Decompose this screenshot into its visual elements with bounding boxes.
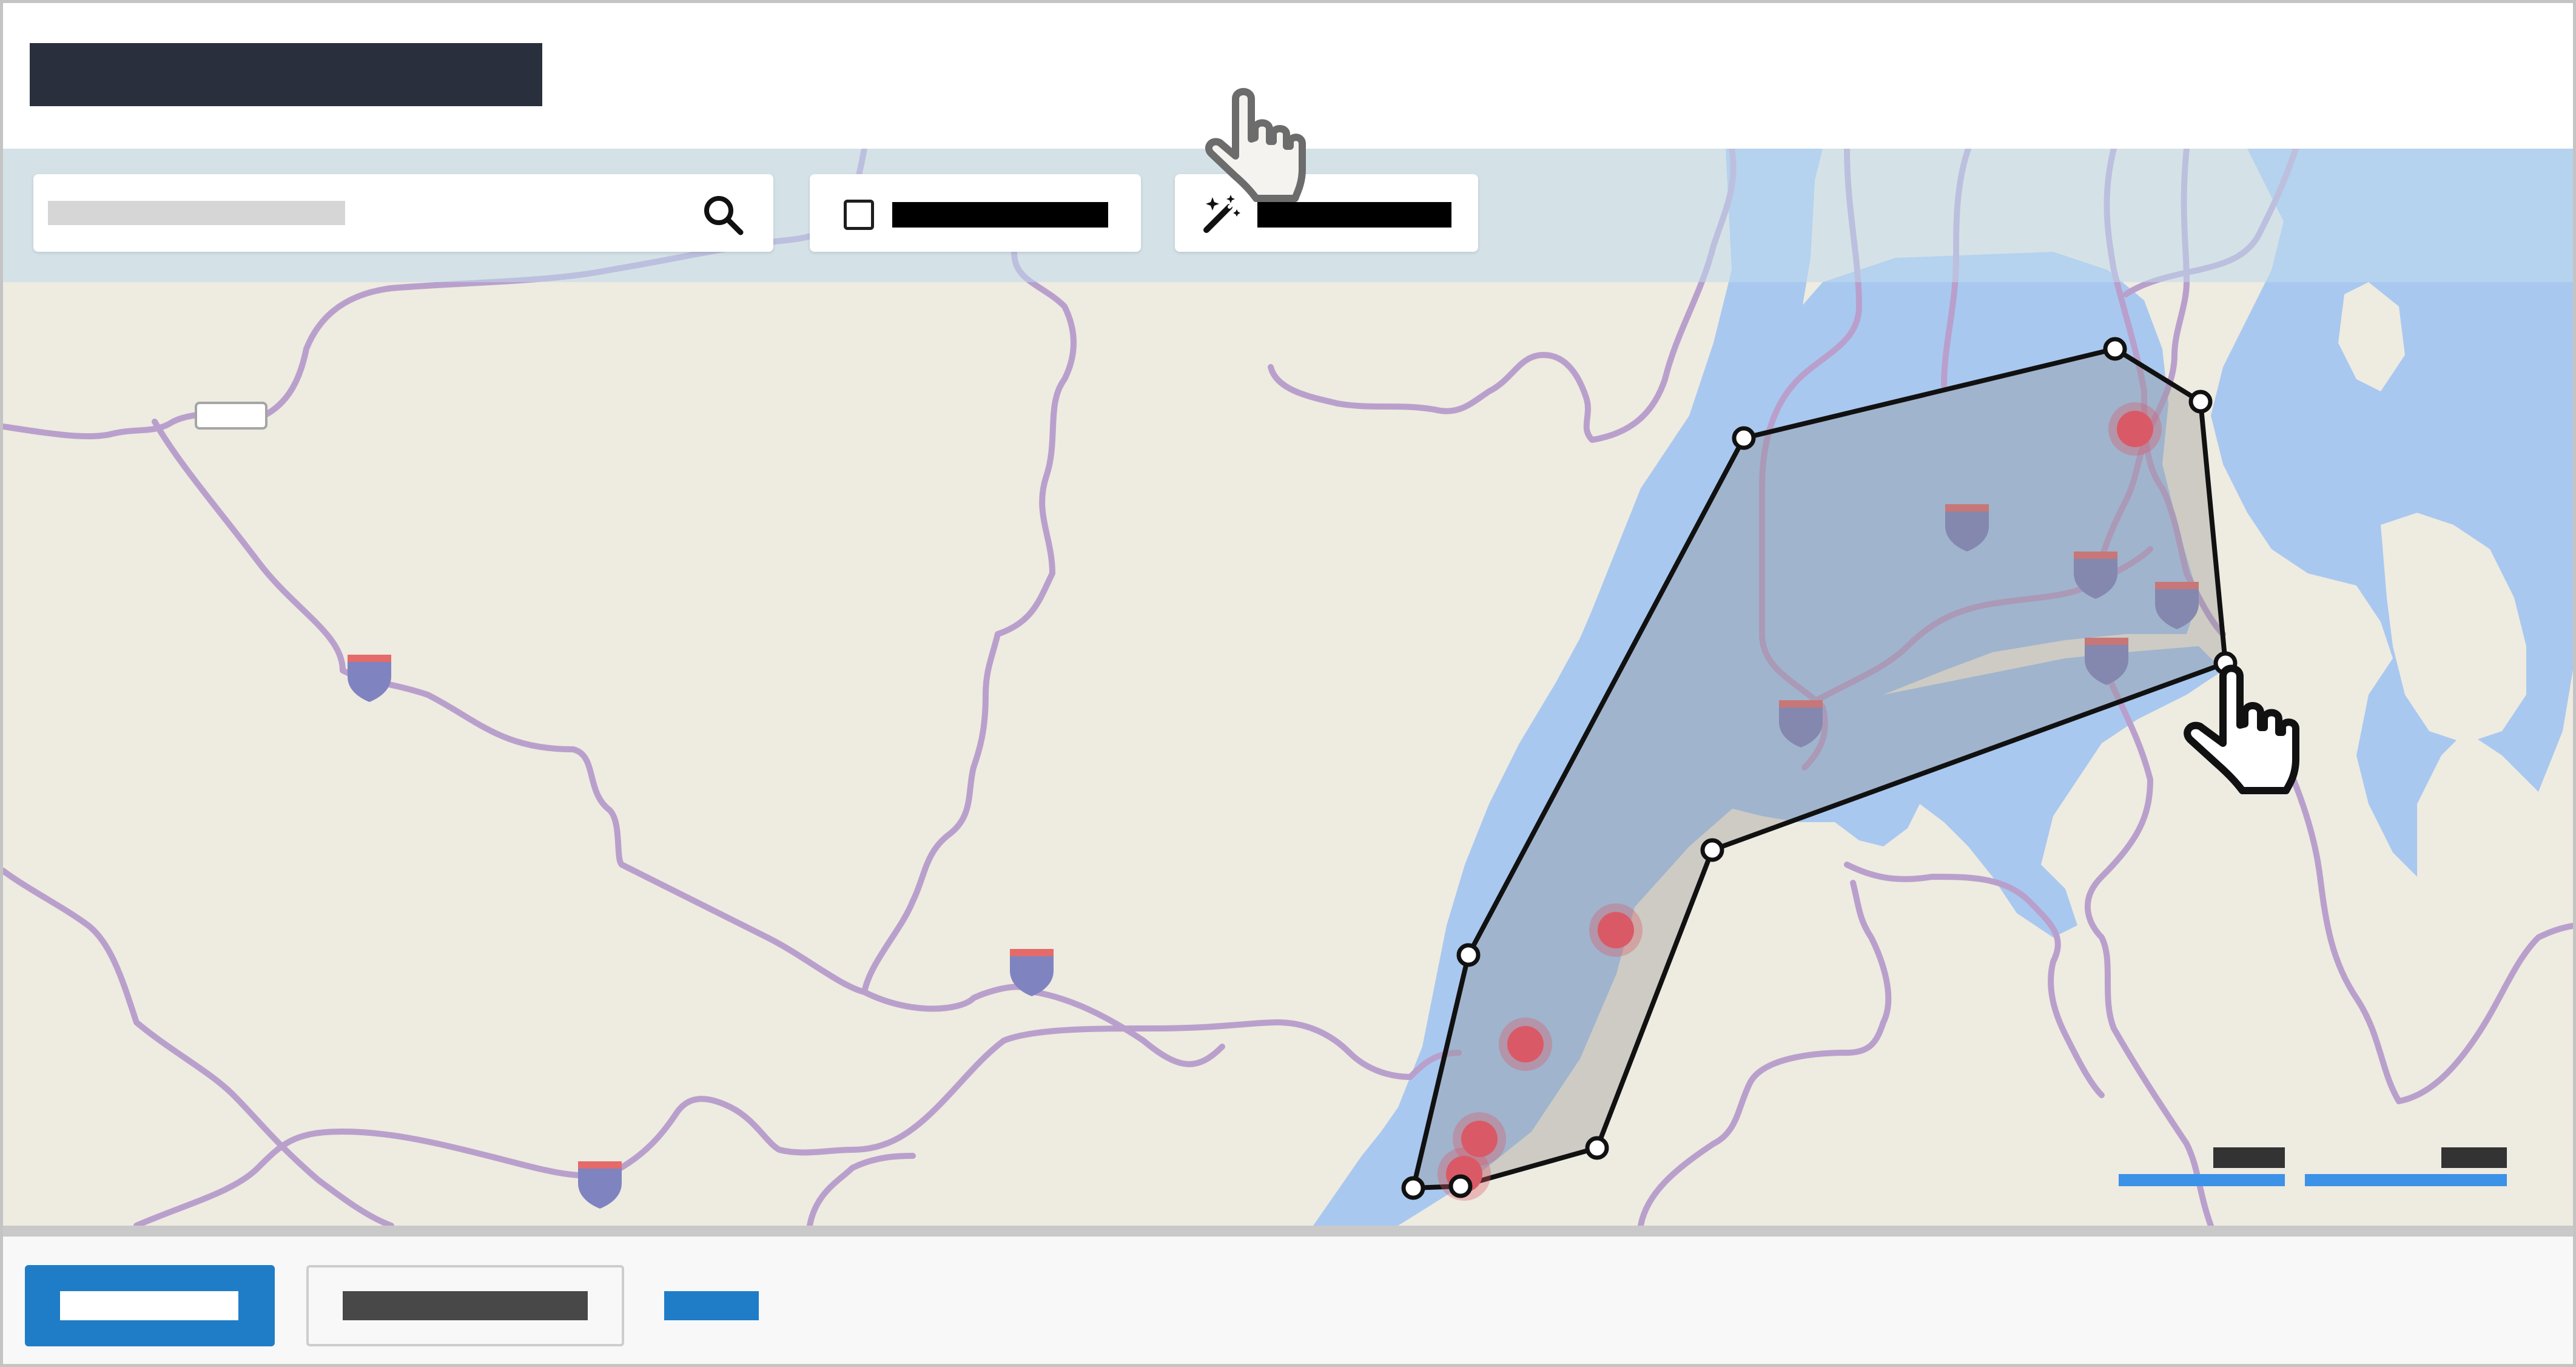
road	[3, 868, 394, 1226]
search-box[interactable]	[33, 174, 773, 252]
secondary-action-button[interactable]	[306, 1265, 624, 1346]
scale-label-left	[2213, 1147, 2285, 1168]
polygon-vertex-handle[interactable]	[2103, 337, 2127, 361]
secondary-action-label	[343, 1291, 588, 1320]
polygon-vertex-handle[interactable]	[1732, 426, 1756, 450]
primary-action-label	[60, 1291, 238, 1320]
incident-marker-icon[interactable]	[2108, 402, 2162, 456]
polygon-vertex-handle[interactable]	[1401, 1176, 1425, 1200]
map-canvas[interactable]	[3, 149, 2573, 1226]
footer-link[interactable]	[664, 1291, 759, 1320]
select-area-label	[892, 202, 1108, 228]
hand-pointer-icon	[2184, 664, 2299, 794]
road	[807, 1153, 916, 1226]
hand-pointer-icon	[1205, 88, 1306, 202]
polygon-vertex-handle[interactable]	[1700, 838, 1724, 862]
select-area-toggle[interactable]	[810, 174, 1141, 252]
footer-divider	[3, 1226, 2573, 1237]
polygon-vertex-handle[interactable]	[1585, 1136, 1609, 1160]
scale-bar-right	[2305, 1174, 2507, 1186]
footer-actions	[3, 1237, 2573, 1364]
scale-bar-left	[2119, 1174, 2285, 1186]
search-input[interactable]	[48, 201, 345, 225]
polygon-vertex-handle[interactable]	[1448, 1174, 1473, 1198]
select-area-checkbox[interactable]	[844, 200, 874, 230]
search-icon[interactable]	[701, 192, 747, 238]
polygon-vertex-handle[interactable]	[2188, 390, 2213, 414]
road	[861, 218, 1077, 995]
incident-marker-icon[interactable]	[1589, 903, 1643, 957]
highway-shield-icon	[348, 655, 391, 702]
incident-marker-icon[interactable]	[1499, 1018, 1552, 1071]
city-label[interactable]	[195, 402, 267, 430]
page-title	[30, 43, 542, 106]
primary-action-button[interactable]	[25, 1265, 275, 1346]
highway-shield-icon	[578, 1161, 622, 1209]
scale-label-right	[2441, 1147, 2507, 1168]
road	[152, 419, 1225, 1067]
polygon-vertex-handle[interactable]	[1456, 943, 1481, 967]
app-frame	[0, 0, 2576, 1367]
